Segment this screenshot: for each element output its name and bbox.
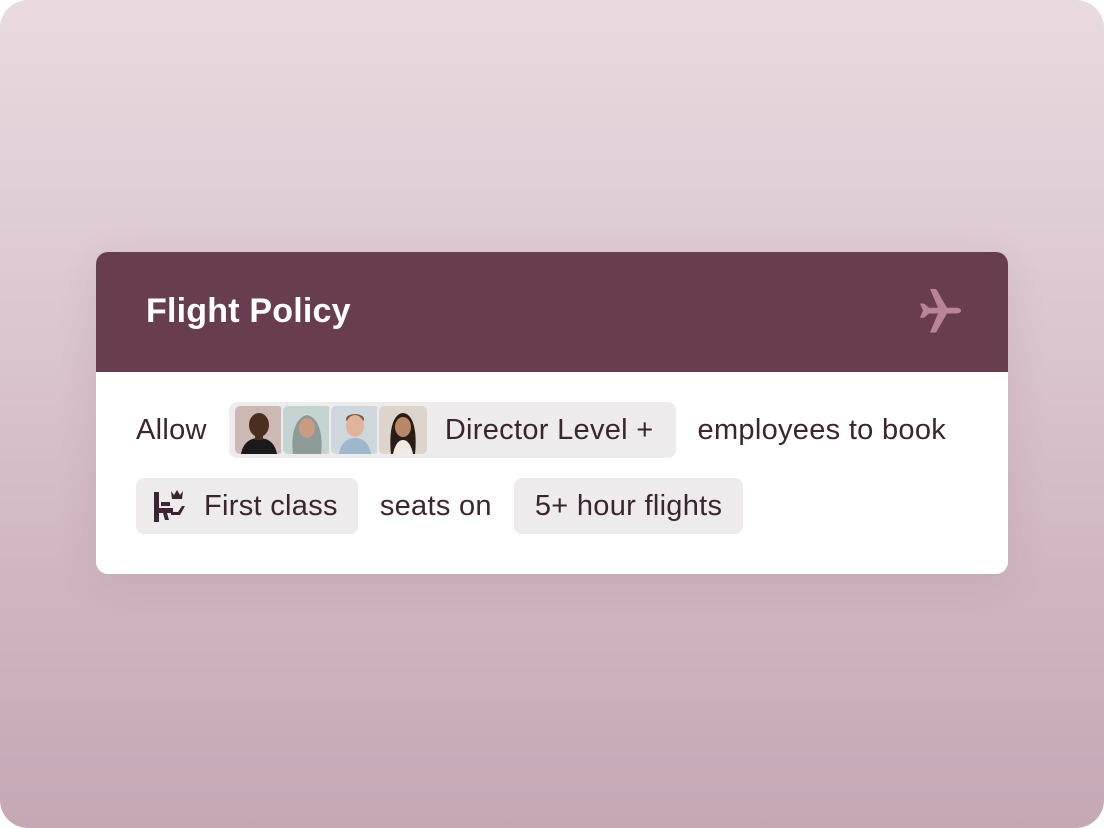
- policy-rule: Allow Director Level + employees to book…: [96, 372, 1008, 574]
- employee-group-label: Director Level +: [444, 413, 654, 446]
- seat-class-label: First class: [204, 489, 338, 522]
- avatar-stack: [229, 404, 429, 456]
- first-class-seat-icon: [152, 488, 188, 524]
- allow-text: Allow: [136, 413, 207, 446]
- employees-to-book-text: employees to book: [697, 413, 947, 446]
- page-title: Flight Policy: [146, 292, 351, 330]
- avatar: [232, 404, 285, 456]
- flight-policy-card: Flight Policy Allow Director Level + emp…: [96, 252, 1008, 574]
- background-canvas: Flight Policy Allow Director Level + emp…: [0, 0, 1104, 828]
- flight-duration-selector[interactable]: 5+ hour flights: [513, 478, 744, 534]
- seat-class-selector[interactable]: First class: [136, 478, 358, 534]
- seats-on-text: seats on: [379, 489, 492, 522]
- avatar: [328, 404, 381, 456]
- flight-duration-label: 5+ hour flights: [534, 489, 723, 522]
- rule-line-1: Allow Director Level + employees to book: [136, 402, 946, 458]
- avatar: [376, 404, 429, 456]
- card-header: Flight Policy: [96, 252, 1008, 372]
- avatar: [280, 404, 333, 456]
- employee-group-selector[interactable]: Director Level +: [228, 402, 676, 458]
- airplane-icon: [916, 288, 962, 335]
- rule-line-2: First class seats on 5+ hour flights: [136, 478, 744, 534]
